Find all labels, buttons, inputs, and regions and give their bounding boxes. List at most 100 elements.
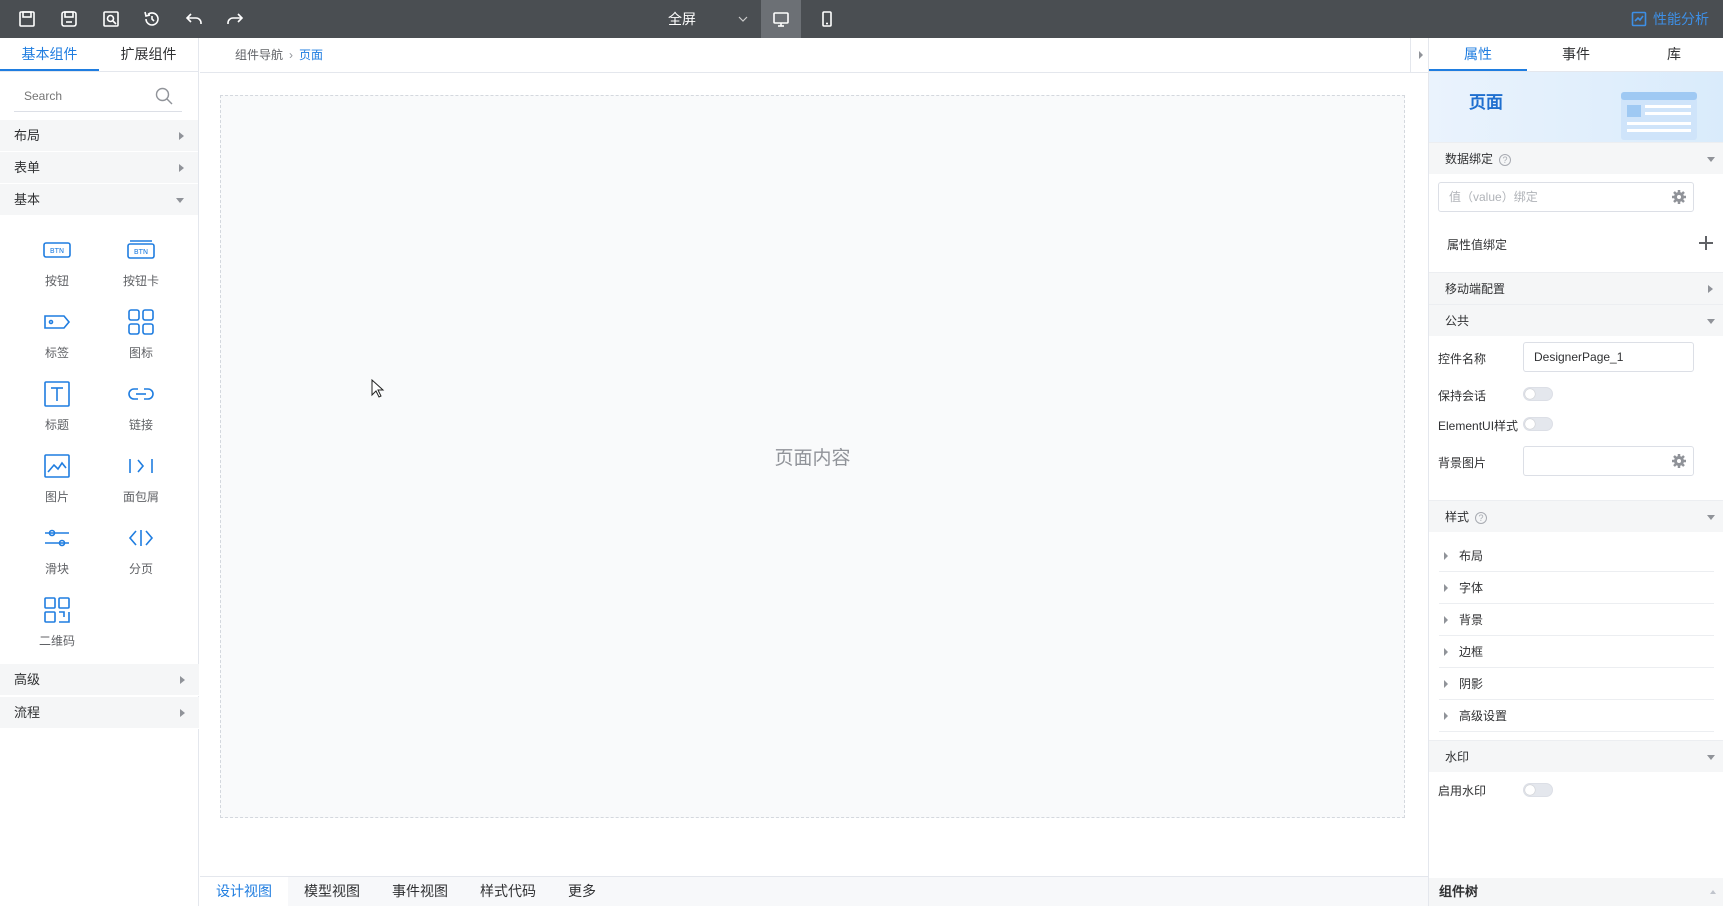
breadcrumb-root[interactable]: 组件导航 <box>235 48 283 62</box>
top-toolbar: 全屏 性能分析 <box>0 0 1723 38</box>
performance-analysis-button[interactable]: 性能分析 <box>1631 0 1709 38</box>
control-name-input[interactable]: DesignerPage_1 <box>1523 342 1694 372</box>
component-tag[interactable]: 标签 <box>17 304 97 361</box>
component-label: 链接 <box>128 418 153 432</box>
category-layout[interactable]: 布局 <box>0 120 198 152</box>
tab-basic-components[interactable]: 基本组件 <box>0 38 99 71</box>
chevron-right-icon <box>179 132 184 140</box>
preview-icon[interactable] <box>97 5 125 33</box>
style-layout[interactable]: 布局 <box>1439 540 1714 572</box>
mobile-icon <box>822 11 832 27</box>
component-breadcrumb[interactable]: 面包屑 <box>101 448 181 505</box>
tab-properties[interactable]: 属性 <box>1429 38 1527 71</box>
style-advanced[interactable]: 高级设置 <box>1439 700 1714 732</box>
tab-more[interactable]: 更多 <box>552 877 612 906</box>
component-slider[interactable]: 滑块 <box>17 520 97 577</box>
desktop-view-button[interactable] <box>761 0 801 38</box>
chevron-right-icon <box>180 709 185 717</box>
component-link[interactable]: 链接 <box>101 376 181 433</box>
section-common[interactable]: 公共 <box>1429 304 1723 336</box>
component-button[interactable]: BTN 按钮 <box>17 232 97 289</box>
section-title: 公共 <box>1445 314 1470 328</box>
element-ui-toggle[interactable] <box>1523 417 1553 431</box>
style-border[interactable]: 边框 <box>1439 636 1714 668</box>
component-pagination[interactable]: 分页 <box>101 520 181 577</box>
help-icon[interactable]: ? <box>1499 153 1512 166</box>
value-binding-placeholder: 值（value）绑定 <box>1449 190 1538 204</box>
save-as-icon[interactable] <box>55 5 83 33</box>
component-tree-title: 组件树 <box>1439 884 1479 899</box>
tab-event-view[interactable]: 事件视图 <box>376 877 464 906</box>
collapse-right-panel-button[interactable] <box>1410 38 1428 72</box>
keep-session-toggle[interactable] <box>1523 387 1553 401</box>
tab-library[interactable]: 库 <box>1625 38 1723 71</box>
chevron-down-icon <box>176 198 184 203</box>
section-style[interactable]: 样式? <box>1429 500 1723 532</box>
component-label: 按钮 <box>44 274 69 288</box>
page-canvas[interactable]: 页面内容 <box>220 95 1405 818</box>
enable-watermark-toggle[interactable] <box>1523 783 1553 797</box>
component-title[interactable]: 标题 <box>17 376 97 433</box>
style-shadow[interactable]: 阴影 <box>1439 668 1714 700</box>
mobile-view-button[interactable] <box>807 0 847 38</box>
tab-model-view[interactable]: 模型视图 <box>288 877 376 906</box>
style-background[interactable]: 背景 <box>1439 604 1714 636</box>
chevron-right-icon <box>1708 285 1713 293</box>
component-qrcode[interactable]: 二维码 <box>17 592 97 649</box>
link-icon <box>128 388 154 400</box>
search-icon[interactable] <box>154 86 174 106</box>
component-button-card[interactable]: BTN 按钮卡 <box>101 232 181 289</box>
breadcrumb-current[interactable]: 页面 <box>299 48 323 62</box>
chart-icon <box>1631 11 1647 27</box>
search-input[interactable] <box>14 82 144 110</box>
chevron-up-icon <box>1710 890 1716 894</box>
chevron-right-icon <box>179 164 184 172</box>
design-area: 组件导航 › 页面 页面内容 设计视图 模型视图 事件视图 样式代码 更多 <box>200 38 1428 906</box>
button-card-icon: BTN <box>127 240 155 259</box>
desktop-icon <box>773 12 789 27</box>
title-icon <box>44 381 70 407</box>
fullscreen-select[interactable]: 全屏 <box>668 0 768 38</box>
slider-icon <box>45 529 69 547</box>
view-tabs: 设计视图 模型视图 事件视图 样式代码 更多 <box>200 876 1428 906</box>
component-tabs: 基本组件 扩展组件 <box>0 38 198 72</box>
tab-extended-components[interactable]: 扩展组件 <box>99 38 198 71</box>
gear-icon[interactable] <box>1671 189 1687 205</box>
gear-icon[interactable] <box>1671 453 1687 469</box>
keep-session-label: 保持会话 <box>1438 389 1487 403</box>
style-font[interactable]: 字体 <box>1439 572 1714 604</box>
component-panel: 基本组件 扩展组件 布局 表单 基本 BTN 按钮 BTN 按钮卡 标签 <box>0 38 199 906</box>
category-form[interactable]: 表单 <box>0 152 198 184</box>
history-icon[interactable] <box>138 5 166 33</box>
category-advanced[interactable]: 高级 <box>0 664 199 696</box>
tag-icon <box>44 315 71 329</box>
help-icon[interactable]: ? <box>1475 511 1488 524</box>
bg-image-label: 背景图片 <box>1438 456 1487 470</box>
section-mobile-config[interactable]: 移动端配置 <box>1429 272 1723 304</box>
component-image[interactable]: 图片 <box>17 448 97 505</box>
tab-style-code[interactable]: 样式代码 <box>464 877 552 906</box>
chevron-down-icon <box>738 16 748 22</box>
pagination-icon <box>128 530 154 546</box>
redo-icon[interactable] <box>221 5 249 33</box>
bg-image-input[interactable] <box>1523 446 1694 476</box>
save-icon[interactable] <box>13 5 41 33</box>
chevron-down-icon <box>1707 319 1715 324</box>
undo-icon[interactable] <box>180 5 208 33</box>
component-banner: 页面 <box>1429 72 1723 146</box>
property-tabs: 属性 事件 库 <box>1429 38 1723 72</box>
section-data-binding[interactable]: 数据绑定? <box>1429 142 1723 174</box>
component-icon[interactable]: 图标 <box>101 304 181 361</box>
section-title: 数据绑定 <box>1445 152 1494 166</box>
tab-design-view[interactable]: 设计视图 <box>200 877 288 906</box>
category-flow[interactable]: 流程 <box>0 697 199 729</box>
component-label: 滑块 <box>44 562 69 576</box>
add-attr-binding-icon[interactable] <box>1699 236 1713 250</box>
tab-events[interactable]: 事件 <box>1527 38 1625 71</box>
section-watermark[interactable]: 水印 <box>1429 740 1723 772</box>
category-basic[interactable]: 基本 <box>0 184 198 216</box>
value-binding-field[interactable]: 值（value）绑定 <box>1438 182 1694 212</box>
control-name-label: 控件名称 <box>1438 352 1487 366</box>
breadcrumb: 组件导航 › 页面 <box>235 38 323 72</box>
component-tree-header[interactable]: 组件树 <box>1429 878 1723 906</box>
